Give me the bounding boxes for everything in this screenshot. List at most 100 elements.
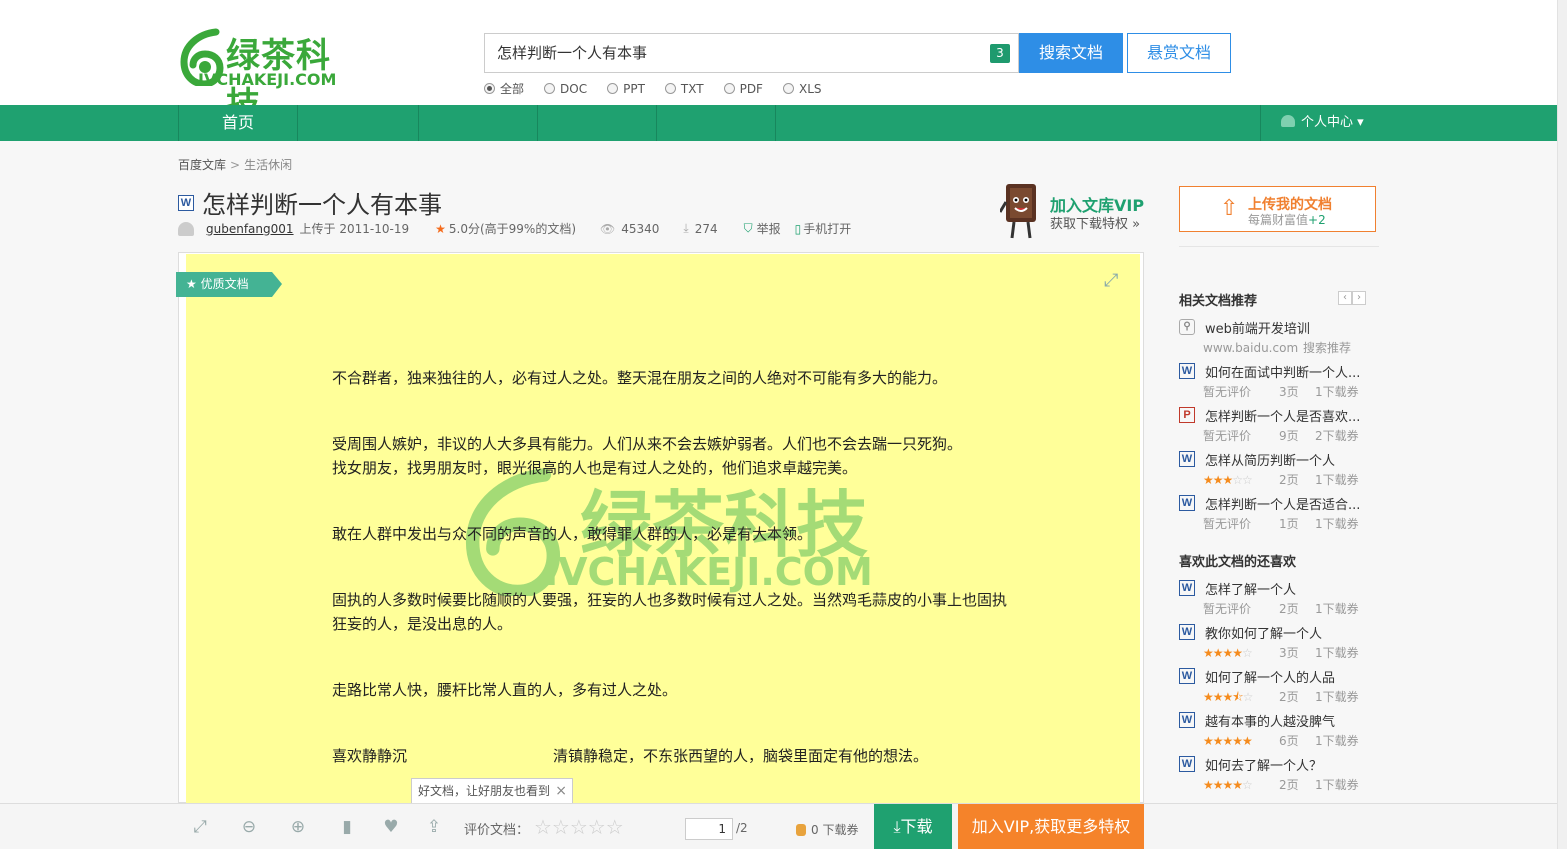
phone-icon: ▯ xyxy=(794,221,802,236)
user-icon xyxy=(1281,115,1295,127)
sidebar-divider xyxy=(1179,246,1379,247)
filter-doc[interactable]: DOC xyxy=(544,80,587,97)
doc-paragraph: 受周围人嫉妒，非议的人大多具有能力。人们从来不会去嫉妒弱者。人们也不会去踹一只死… xyxy=(332,435,963,453)
doc-paragraph: 敢在人群中发出与众不同的声音的人，敢得罪人群的人，必是有大本领。 xyxy=(332,525,813,543)
filter-txt[interactable]: TXT xyxy=(664,80,704,97)
zoom-in-icon[interactable]: ⊕ xyxy=(288,817,308,837)
download-count: 274 xyxy=(694,221,718,236)
vip-promo-subtitle: 获取下载特权 » xyxy=(1050,217,1141,232)
word-doc-icon: W xyxy=(1179,712,1195,728)
radio-icon[interactable] xyxy=(664,83,676,94)
upload-date: 上传于 2011-10-19 xyxy=(299,222,410,236)
nav-divider xyxy=(418,105,419,141)
fullscreen-icon[interactable]: ⤢ xyxy=(190,817,210,837)
site-header: 绿茶科技 IVCHAKEJI.COM 3 搜索文档 悬赏文档 全部 DOC PP… xyxy=(0,0,1557,125)
doc-paragraph: 走路比常人快，腰杆比常人直的人，多有过人之处。 xyxy=(332,681,678,699)
download-button[interactable]: ⤓下载 xyxy=(874,804,952,849)
join-vip-button[interactable]: 加入VIP,获取更多特权 xyxy=(958,804,1144,849)
upload-arrow-icon: ⇧ xyxy=(1220,196,1239,221)
author-link[interactable]: gubenfang001 xyxy=(206,222,294,236)
nav-divider xyxy=(656,105,657,141)
nav-home[interactable]: 首页 xyxy=(178,105,298,141)
book-mascot-icon xyxy=(1000,184,1036,239)
download-icon: ⤓ xyxy=(683,221,689,235)
filter-ppt[interactable]: PPT xyxy=(607,80,645,97)
doc-paragraph: 找女朋友，找男朋友时，眼光很高的人也是有过人之处的，他们追求卓越完美。 xyxy=(332,459,858,477)
page-title: 怎样判断一个人有本事 xyxy=(202,191,442,219)
heart-icon[interactable]: ♥ xyxy=(381,817,401,837)
word-doc-icon: W xyxy=(1179,451,1195,467)
liked-docs-heading: 喜欢此文档的还喜欢 xyxy=(1179,555,1297,570)
doc-body: 不合群者，独来独往的人，必有过人之处。整天混在朋友之间的人绝对不可能有多大的能力… xyxy=(332,366,1012,804)
word-doc-icon: W xyxy=(1179,495,1195,511)
download-icon: ⤓ xyxy=(893,817,901,836)
radio-icon[interactable] xyxy=(607,83,619,94)
word-doc-icon: W xyxy=(1179,756,1195,772)
rating-stars: ★★★★☆ xyxy=(1203,646,1253,660)
search-docs-button[interactable]: 搜索文档 xyxy=(1019,33,1123,73)
share-tooltip: 好文档，让好朋友也看到 × xyxy=(411,778,574,804)
search-input[interactable] xyxy=(497,43,977,61)
rating-stars: ★★★☆☆ xyxy=(1203,473,1253,487)
page-total: /2 xyxy=(736,821,748,835)
rating-stars: ★★★★☆ xyxy=(1203,778,1253,792)
doc-rating: 5.0分(高于99%的文档) xyxy=(448,222,576,236)
bounty-docs-button[interactable]: 悬赏文档 xyxy=(1127,33,1231,73)
filter-xls[interactable]: XLS xyxy=(782,80,822,97)
user-center-menu[interactable]: 个人中心 ▾ xyxy=(1260,105,1380,141)
breadcrumb-root[interactable]: 百度文库 xyxy=(178,158,226,172)
rate-doc-label: 评价文档： xyxy=(464,823,530,838)
doc-paragraph: 固执的人多数时候要比随顺的人要强，狂妄的人也多数时候有过人之处。当然鸡毛蒜皮的小… xyxy=(332,591,1008,633)
bookmark-icon[interactable]: ▮ xyxy=(337,817,357,837)
upload-doc-button[interactable]: ⇧ 上传我的文档 每篇财富值+2 xyxy=(1179,186,1376,232)
filter-all[interactable]: 全部 xyxy=(484,80,524,97)
shield-icon: ⛉ xyxy=(743,221,753,235)
radio-icon[interactable] xyxy=(484,83,495,94)
coupon-balance: 0 下载券 xyxy=(796,821,858,838)
view-count: 45340 xyxy=(621,221,660,236)
star-icon: ★ xyxy=(435,221,446,236)
rating-stars: ★★★★★ xyxy=(1203,734,1253,748)
word-doc-icon: W xyxy=(1179,580,1195,596)
rate-doc-stars[interactable]: ☆☆☆☆☆ xyxy=(534,815,624,839)
filter-pdf[interactable]: PDF xyxy=(723,80,763,97)
radio-icon[interactable] xyxy=(544,83,556,94)
upload-subtitle: 每篇财富值+2 xyxy=(1248,213,1326,227)
breadcrumb-current[interactable]: 生活休闲 xyxy=(244,158,292,172)
word-doc-icon: W xyxy=(178,194,194,211)
share-icon[interactable]: ⇪ xyxy=(424,817,444,837)
zoom-out-icon[interactable]: ⊖ xyxy=(239,817,259,837)
star-icon: ★ xyxy=(186,277,197,291)
quality-doc-badge: ★ 优质文档 xyxy=(176,272,282,297)
radio-icon[interactable] xyxy=(782,83,794,94)
nav-divider xyxy=(775,105,776,141)
vip-promo[interactable]: 加入文库VIP 获取下载特权 » xyxy=(1000,180,1146,242)
main-nav: 首页 个人中心 ▾ xyxy=(0,105,1557,141)
caret-down-icon: ▾ xyxy=(1357,115,1364,130)
page-number-input[interactable]: 1 xyxy=(685,818,733,840)
nav-divider xyxy=(537,105,538,141)
mobile-open-link[interactable]: 手机打开 xyxy=(803,220,851,237)
link-icon: ⚲ xyxy=(1179,319,1195,335)
doc-meta: gubenfang001 上传于 2011-10-19 ★ 5.0分(高于99%… xyxy=(178,220,851,237)
doc-paragraph: 喜欢静静沉 清镇静稳定，不东张西望的人，脑袋里面定有他的想法。 xyxy=(332,747,929,765)
search-count-badge: 3 xyxy=(990,44,1010,63)
chevron-left-icon[interactable]: ‹ xyxy=(1338,291,1352,305)
site-logo[interactable]: 绿茶科技 IVCHAKEJI.COM xyxy=(178,26,348,125)
coin-icon xyxy=(796,824,806,836)
search-box[interactable]: 3 xyxy=(484,33,1019,73)
radio-icon[interactable] xyxy=(723,83,735,94)
related-pager: ‹ › xyxy=(1338,291,1366,305)
word-doc-icon: W xyxy=(1179,668,1195,684)
reader-toolbar: ⤢ ⊖ ⊕ ▮ ♥ ⇪ 评价文档： ☆☆☆☆☆ 1 /2 0 下载券 ⤓下载 加… xyxy=(0,803,1557,849)
eye-icon: 👁 xyxy=(600,221,616,236)
rating-stars: ★★★⯪☆ xyxy=(1203,690,1253,704)
chevron-right-icon[interactable]: › xyxy=(1352,291,1366,305)
report-link[interactable]: 举报 xyxy=(757,220,781,237)
close-icon[interactable]: × xyxy=(555,779,567,803)
doc-viewer: 绿茶科技 IVCHAKEJI.COM 不合群者，独来独往的人，必有过人之处。整天… xyxy=(178,252,1144,804)
ppt-doc-icon: P xyxy=(1179,407,1195,423)
doc-title-row: W 怎样判断一个人有本事 xyxy=(178,185,442,220)
scrollbar[interactable] xyxy=(1557,0,1567,849)
fullscreen-expand-icon[interactable]: ⤢ xyxy=(1104,270,1126,292)
